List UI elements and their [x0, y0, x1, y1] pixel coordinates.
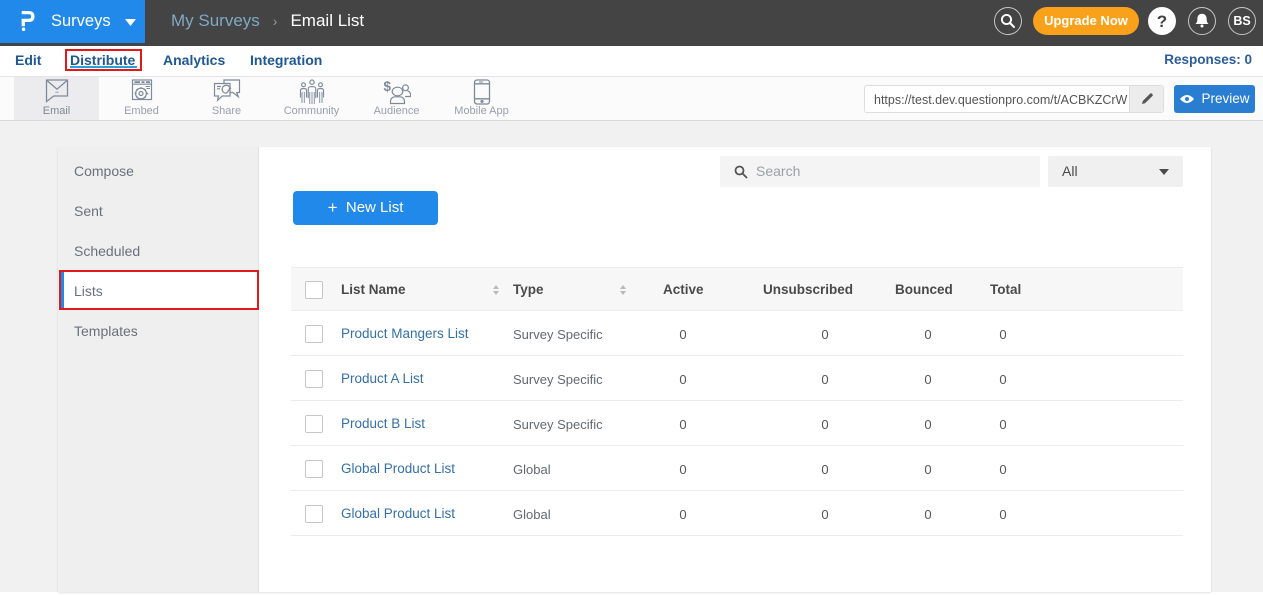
svg-text:$: $	[383, 79, 391, 94]
